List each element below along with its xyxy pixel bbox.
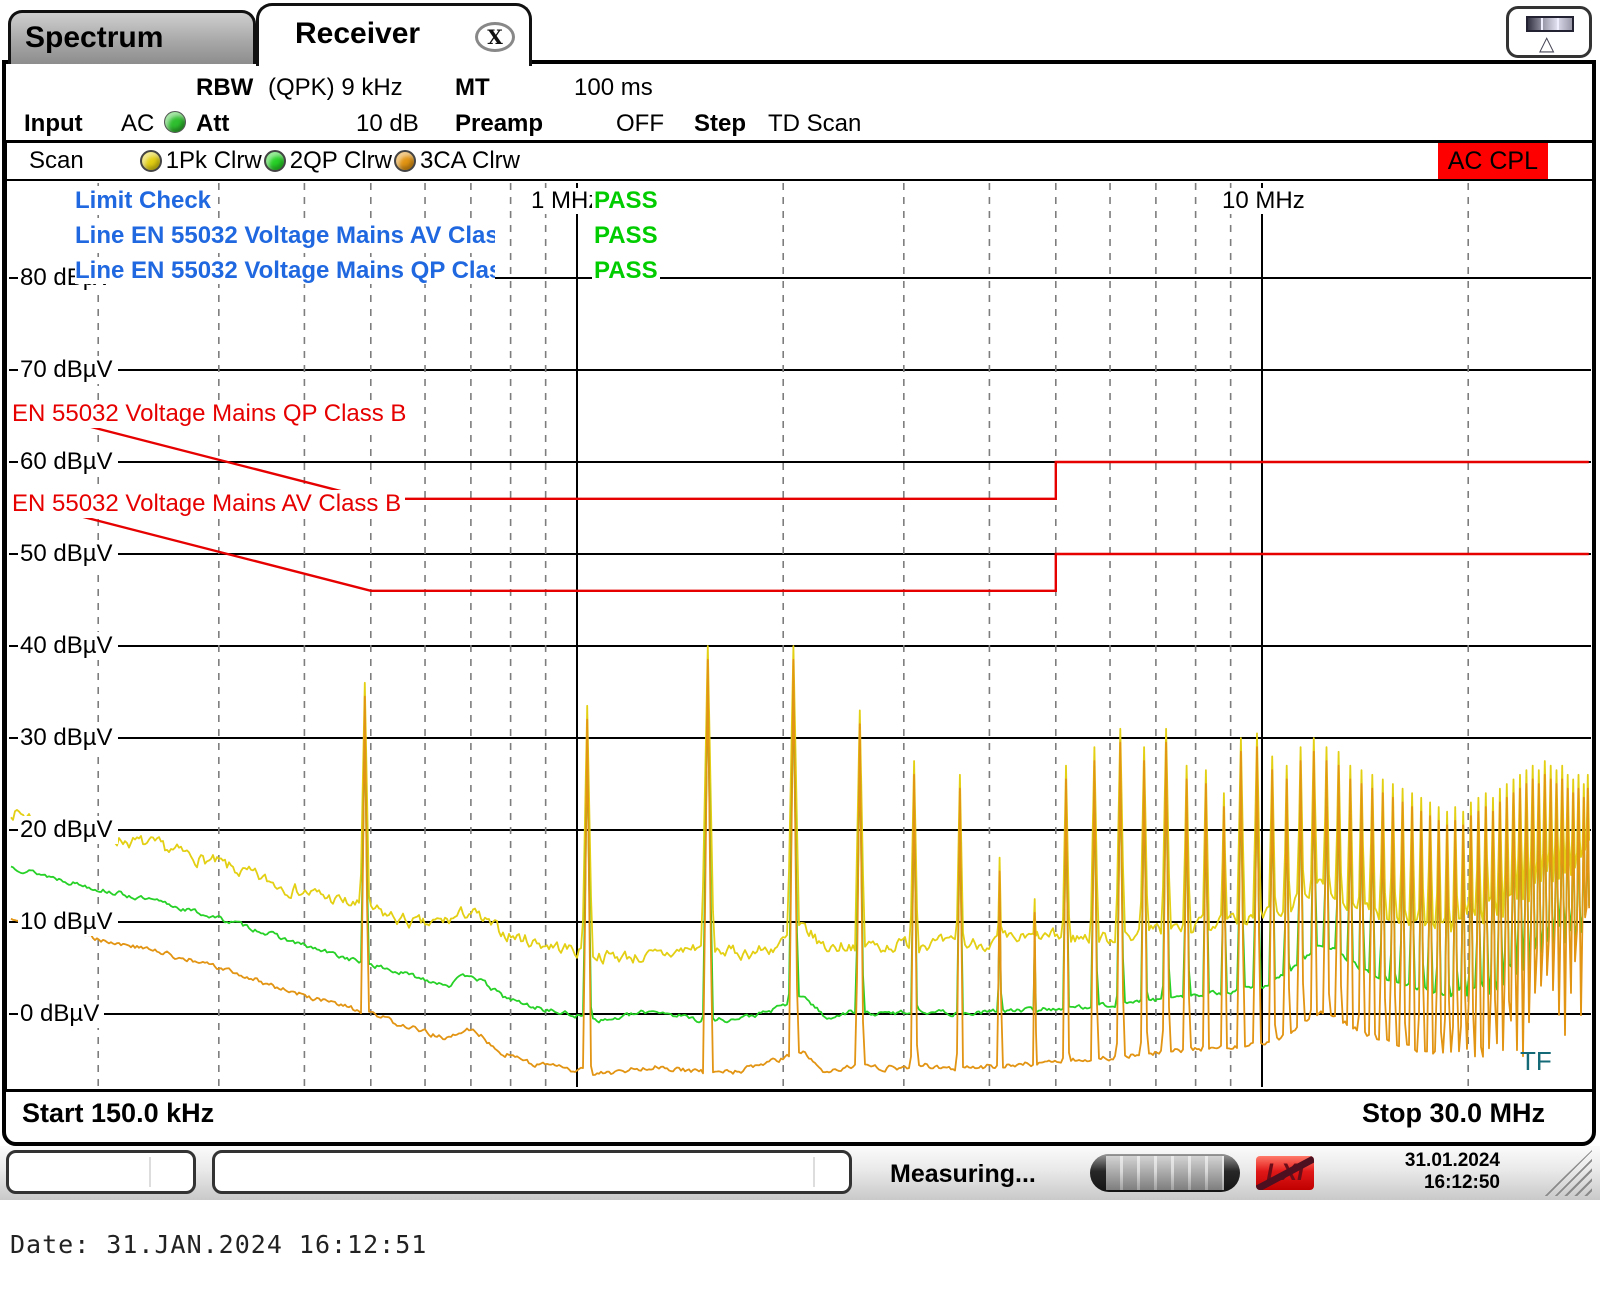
y-axis-label-50: 50 dBµV: [18, 540, 118, 568]
status-date: 31.01.2024: [1360, 1150, 1500, 1172]
y-axis-label-60: 60 dBµV: [18, 448, 118, 476]
trace1-dot-icon: [140, 150, 162, 172]
trace-legend-3ca[interactable]: 3CA Clrw: [394, 147, 520, 175]
trace-legend-1pk[interactable]: 1Pk Clrw: [140, 147, 262, 175]
trace-legend-2qp[interactable]: 2QP Clrw: [264, 147, 392, 175]
input-label: Input: [24, 110, 83, 138]
limit-line-qp-row: Line EN 55032 Voltage Mains QP Class B: [75, 256, 495, 285]
step-value[interactable]: TD Scan: [768, 110, 861, 138]
x-mark-10mhz: 10 MHz: [1218, 188, 1309, 214]
limit-line-av-status: PASS: [592, 221, 660, 250]
trace2-dot-icon: [264, 150, 286, 172]
status-field-2[interactable]: [212, 1150, 852, 1194]
preamp-value[interactable]: OFF: [616, 110, 664, 138]
trace3-dot-icon: [394, 150, 416, 172]
input-led-icon: [164, 111, 186, 133]
y-axis-label-0: 0 dBµV: [18, 1000, 104, 1028]
status-field-1[interactable]: [6, 1150, 196, 1194]
rbw-label: RBW: [196, 74, 253, 102]
input-value[interactable]: AC: [121, 110, 154, 138]
limit-line-qp-name: Line EN 55032 Voltage Mains QP Class B: [75, 257, 495, 284]
y-axis-label-40: 40 dBµV: [18, 632, 118, 660]
limit-check-status: PASS: [592, 186, 660, 215]
frontpanel-button[interactable]: △: [1506, 6, 1592, 58]
scan-plot[interactable]: [9, 183, 1591, 1087]
tab-receiver[interactable]: Receiver X: [256, 3, 532, 66]
ac-coupling-badge: AC CPL: [1438, 143, 1548, 179]
tf-indicator: TF: [1520, 1046, 1552, 1077]
close-tab-icon[interactable]: X: [475, 22, 515, 52]
scan-label: Scan: [29, 147, 84, 175]
mt-value[interactable]: 100 ms: [574, 74, 653, 102]
y-axis-label-30: 30 dBµV: [18, 724, 118, 752]
scan-header-row: Scan 1Pk Clrw 2QP Clrw 3CA Clrw AC CPL: [7, 143, 1592, 181]
step-label: Step: [694, 110, 746, 138]
y-axis-label-70: 70 dBµV: [18, 356, 118, 384]
start-frequency[interactable]: Start 150.0 kHz: [22, 1098, 214, 1129]
rbw-value[interactable]: (QPK) 9 kHz: [268, 74, 403, 102]
stop-frequency[interactable]: Stop 30.0 MHz: [1362, 1098, 1545, 1129]
tab-receiver-label: Receiver: [295, 17, 420, 50]
limit-line-qp-status: PASS: [592, 256, 660, 285]
att-value[interactable]: 10 dB: [356, 110, 419, 138]
trace1-label: 1Pk Clrw: [166, 147, 262, 175]
mt-label: MT: [455, 74, 490, 102]
y-axis-label-10: 10 dBµV: [18, 908, 118, 936]
footer-date-line: Date: 31.JAN.2024 16:12:51: [10, 1230, 427, 1259]
triangle-icon: △: [1539, 33, 1561, 53]
measuring-status: Measuring...: [890, 1160, 1036, 1189]
preamp-label: Preamp: [455, 110, 543, 138]
limit-label-av: EN 55032 Voltage Mains AV Class B: [8, 490, 405, 518]
limit-check-row: Limit Check: [75, 186, 211, 215]
trace2-label: 2QP Clrw: [290, 147, 392, 175]
att-label: Att: [196, 110, 229, 138]
status-datetime: 31.01.2024 16:12:50: [1360, 1150, 1500, 1194]
status-time: 16:12:50: [1360, 1172, 1500, 1194]
trace3-label: 3CA Clrw: [420, 147, 520, 175]
y-axis-label-20: 20 dBµV: [18, 816, 118, 844]
tab-spectrum[interactable]: Spectrum: [8, 10, 256, 64]
limit-label-qp: EN 55032 Voltage Mains QP Class B: [8, 400, 410, 428]
limit-check-title: Limit Check: [75, 186, 211, 215]
limit-line-av-name: Line EN 55032 Voltage Mains AV Class B: [75, 222, 495, 249]
lxi-indicator: LXI: [1256, 1156, 1314, 1190]
limit-line-av-row: Line EN 55032 Voltage Mains AV Class B: [75, 221, 495, 250]
receiver-app: Spectrum Receiver X △ RBW (QPK) 9 kHz MT…: [0, 0, 1600, 1292]
measurement-progress-bar: [1090, 1154, 1240, 1192]
keyboard-icon: [1526, 16, 1574, 32]
